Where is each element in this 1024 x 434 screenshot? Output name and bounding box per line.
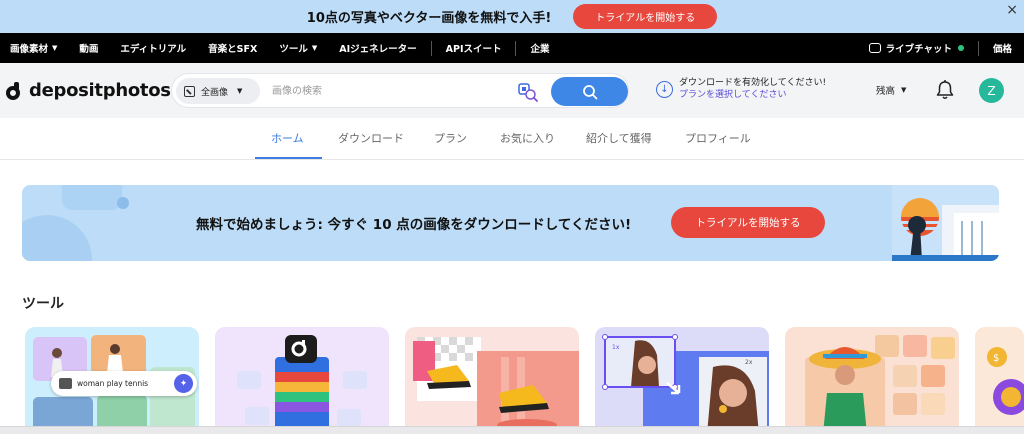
tool-card-upscaler[interactable]: 1x 2x: [595, 327, 769, 434]
chevron-down-icon: ▼: [901, 86, 907, 94]
ai-search-prompt-text: woman play tennis: [77, 379, 149, 388]
nav-item-ai-generator[interactable]: AIジェネレーター: [339, 41, 416, 55]
tool-card-more[interactable]: $: [975, 327, 1024, 434]
chevron-down-icon: ▼: [237, 87, 243, 95]
tool-card-illustration: [237, 335, 367, 434]
taskbar: [0, 426, 1024, 434]
decorative-shape: [117, 197, 129, 209]
live-chat-link[interactable]: ライブチャット: [868, 41, 964, 55]
image-type-icon: [184, 85, 195, 97]
download-notice: ↓ ダウンロードを有効化してください! プランを選択してください: [656, 77, 826, 101]
chat-icon: [868, 43, 881, 53]
hero-illustration: [892, 185, 999, 261]
search-type-label: 全画像: [201, 87, 229, 98]
tool-card-photo-variations[interactable]: [785, 327, 959, 434]
tool-card-background-remover[interactable]: [405, 327, 579, 434]
search-button[interactable]: [551, 77, 628, 106]
balance-label: 残高: [876, 86, 896, 97]
nav-item-editorial[interactable]: エディトリアル: [120, 41, 186, 55]
nav-divider: [977, 40, 979, 56]
search-type-dropdown[interactable]: 全画像 ▼: [176, 78, 260, 104]
balance-dropdown[interactable]: 残高 ▼: [876, 83, 906, 97]
hero-banner: 無料で始めましょう: 今すぐ 10 点の画像をダウンロードしてください! トライ…: [22, 185, 999, 261]
active-tab-indicator: [255, 157, 322, 159]
nav-item-music[interactable]: 音楽とSFX: [208, 41, 257, 55]
nav-item-enterprise[interactable]: 企業: [530, 41, 549, 55]
avatar[interactable]: Z: [979, 78, 1004, 103]
pricing-link[interactable]: 価格: [993, 41, 1012, 55]
promo-text: 10点の写真やベクター画像を無料で入手!: [306, 11, 552, 26]
nav-item-tools[interactable]: ツール ▼: [279, 41, 317, 55]
nav-divider: [430, 40, 432, 56]
prompt-icon: [59, 378, 72, 389]
nav-item-api[interactable]: APIスイート: [446, 41, 502, 55]
hero-trial-button[interactable]: トライアルを開始する: [671, 207, 825, 238]
bell-icon[interactable]: [935, 79, 955, 101]
top-navigation: 画像素材 ▼ 動画 エディトリアル 音楽とSFX ツール ▼ AIジェネレーター A…: [0, 33, 1024, 63]
tool-card-api[interactable]: [215, 327, 389, 434]
nav-item-label: ツール: [279, 44, 308, 55]
search-input[interactable]: [272, 82, 502, 100]
nav-item-label: APIスイート: [445, 44, 502, 55]
nav-item-video[interactable]: 動画: [79, 41, 98, 55]
tool-card-illustration: [805, 335, 955, 434]
visual-search-icon[interactable]: [518, 82, 538, 102]
tools-section-title: ツール: [22, 296, 64, 312]
scale-label-2x: 2x: [745, 359, 753, 366]
sparkle-icon: ✦: [174, 374, 193, 393]
decorative-shape: [62, 185, 122, 210]
svg-text:$: $: [993, 353, 999, 364]
tab-profile[interactable]: プロフィール: [685, 130, 751, 146]
close-icon[interactable]: ×: [1006, 2, 1018, 18]
tool-card-illustration: [413, 337, 579, 434]
tab-home[interactable]: ホーム: [271, 130, 304, 146]
site-header: depositphotos 全画像 ▼ ↓ ダウンロードを有効化してください! …: [0, 63, 1024, 118]
logo-text: depositphotos: [29, 80, 171, 101]
tool-card-ai-search[interactable]: woman play tennis ✦: [25, 327, 199, 434]
online-status-dot: [957, 45, 964, 51]
nav-item-label: AIジェネレーター: [339, 44, 417, 55]
tab-plans[interactable]: プラン: [434, 130, 467, 146]
logo-mark-icon: [6, 81, 24, 100]
nav-item-images[interactable]: 画像素材 ▼: [10, 41, 57, 55]
decorative-shape: [22, 215, 92, 261]
choose-plan-link[interactable]: プランを選択してください: [679, 89, 826, 101]
tab-favorites[interactable]: お気に入り: [500, 130, 555, 146]
download-icon: ↓: [656, 80, 673, 98]
tab-referral[interactable]: 紹介して獲得: [586, 130, 652, 146]
tab-downloads[interactable]: ダウンロード: [338, 130, 404, 146]
scale-label-1x: 1x: [612, 344, 620, 351]
nav-item-label: エディトリアル: [120, 44, 187, 55]
live-chat-label: ライブチャット: [885, 44, 952, 55]
promo-banner: 10点の写真やベクター画像を無料で入手! トライアルを開始する ×: [0, 0, 1024, 33]
logo[interactable]: depositphotos: [6, 80, 171, 101]
nav-divider: [515, 40, 517, 56]
promo-trial-button[interactable]: トライアルを開始する: [573, 4, 718, 29]
nav-item-label: 動画: [79, 44, 99, 55]
hero-text: 無料で始めましょう: 今すぐ 10 点の画像をダウンロードしてください!: [196, 217, 632, 233]
search-bar: 全画像 ▼: [171, 73, 629, 108]
chevron-down-icon: ▼: [52, 44, 58, 52]
account-tabs: ホーム ダウンロード プラン お気に入り 紹介して獲得 プロフィール: [0, 118, 1024, 160]
tool-card-illustration: $: [987, 347, 1024, 415]
download-notice-text: ダウンロードを有効化してください!: [679, 78, 827, 88]
tool-card-illustration: 1x 2x: [602, 334, 769, 434]
search-icon: [582, 84, 597, 99]
nav-item-label: 画像素材: [10, 44, 49, 55]
chevron-down-icon: ▼: [311, 44, 318, 52]
ai-search-prompt: woman play tennis ✦: [51, 371, 197, 396]
nav-item-label: 企業: [530, 44, 550, 55]
nav-item-label: 音楽とSFX: [208, 44, 258, 55]
